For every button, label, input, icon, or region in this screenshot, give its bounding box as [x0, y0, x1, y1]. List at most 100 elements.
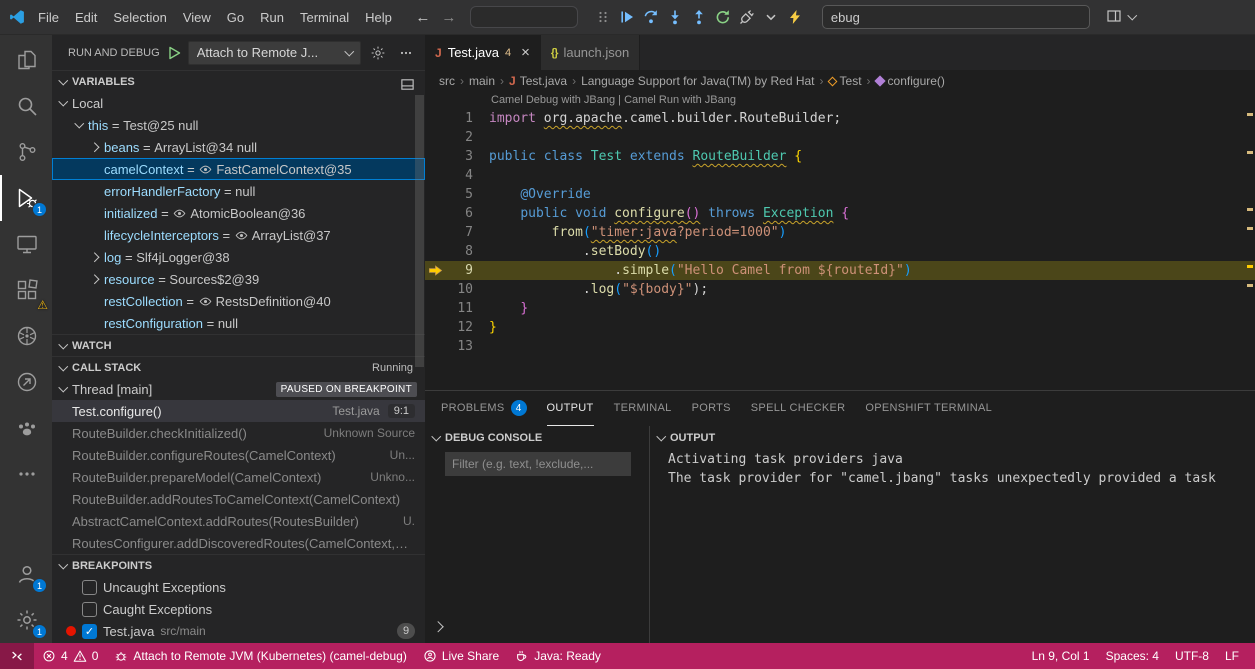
variable-row-lifecycleInterceptors[interactable]: lifecycleInterceptors = ArrayList@37	[52, 224, 425, 246]
debug-console-input[interactable]	[431, 618, 447, 637]
variable-row-restCollection[interactable]: restCollection = RestsDefinition@40	[52, 290, 425, 312]
step-out-icon[interactable]	[688, 6, 710, 28]
debug-console-panel-icon[interactable]	[400, 77, 415, 95]
variable-row-this[interactable]: this = Test@25 null	[52, 114, 425, 136]
breakpoint-checkbox[interactable]	[82, 580, 97, 595]
code-line-5[interactable]: 5 @Override	[425, 185, 1255, 204]
code-line-1[interactable]: 1import org.apache.camel.builder.RouteBu…	[425, 109, 1255, 128]
breadcrumb-item[interactable]: Language Support for Java(TM) by Red Hat	[581, 74, 814, 88]
watch-section-header[interactable]: WATCH	[52, 334, 425, 356]
live-share-status[interactable]: Live Share	[415, 643, 507, 669]
source-control-icon[interactable]	[0, 129, 52, 175]
editor-layout-icon[interactable]	[1106, 8, 1141, 27]
codelens[interactable]: Camel Debug with JBang | Camel Run with …	[425, 92, 1255, 109]
stack-frame[interactable]: AbstractCamelContext.addRoutes(RoutesBui…	[52, 510, 425, 532]
panel-tab-ports[interactable]: PORTS	[692, 391, 731, 426]
breadcrumb-item[interactable]: src	[439, 74, 455, 88]
code-editor[interactable]: Camel Debug with JBang | Camel Run with …	[425, 92, 1255, 390]
code-line-10[interactable]: 10 .log("${body}");	[425, 280, 1255, 299]
thread-row[interactable]: Thread [main] PAUSED ON BREAKPOINT	[52, 378, 425, 400]
step-into-icon[interactable]	[664, 6, 686, 28]
sidebar-scrollbar[interactable]	[415, 95, 424, 367]
gutter-line-11[interactable]: 11	[425, 299, 489, 318]
hot-code-replace-icon[interactable]	[784, 6, 806, 28]
settings-gear-icon[interactable]: 1	[0, 597, 52, 643]
gutter-line-3[interactable]: 3	[425, 147, 489, 166]
cursor-position[interactable]: Ln 9, Col 1	[1024, 643, 1098, 669]
stack-frame[interactable]: RouteBuilder.addRoutesToCamelContext(Cam…	[52, 488, 425, 510]
code-line-2[interactable]: 2	[425, 128, 1255, 147]
menu-edit[interactable]: Edit	[67, 7, 105, 28]
variables-section-header[interactable]: VARIABLES	[52, 70, 425, 92]
panel-tab-problems[interactable]: PROBLEMS4	[441, 391, 527, 426]
disconnect-icon[interactable]	[736, 6, 758, 28]
panel-tab-openshift-terminal[interactable]: OPENSHIFT TERMINAL	[865, 391, 992, 426]
stack-frame[interactable]: RouteBuilder.prepareModel(CamelContext)U…	[52, 466, 425, 488]
eye-icon[interactable]	[235, 229, 248, 242]
remote-indicator[interactable]	[0, 643, 34, 669]
menu-selection[interactable]: Selection	[105, 7, 174, 28]
gutter-line-5[interactable]: 5	[425, 185, 489, 204]
chevron-down-icon[interactable]	[760, 6, 782, 28]
eol[interactable]: LF	[1217, 643, 1247, 669]
close-icon[interactable]: ×	[521, 44, 530, 61]
panel-tab-output[interactable]: OUTPUT	[547, 391, 594, 426]
breadcrumb-item[interactable]: main	[469, 74, 495, 88]
menu-terminal[interactable]: Terminal	[292, 7, 357, 28]
variable-row-initialized[interactable]: initialized = AtomicBoolean@36	[52, 202, 425, 224]
menu-file[interactable]: File	[30, 7, 67, 28]
more-icon[interactable]	[0, 451, 52, 497]
launch-config-select[interactable]: Attach to Remote J...	[188, 41, 361, 65]
variable-row-resource[interactable]: resource = Sources$2@39	[52, 268, 425, 290]
code-line-7[interactable]: 7 from("timer:java?period=1000")	[425, 223, 1255, 242]
stack-frame[interactable]: Test.configure()Test.java9:1	[52, 400, 425, 422]
gutter-line-13[interactable]: 13	[425, 337, 489, 356]
gutter-line-12[interactable]: 12	[425, 318, 489, 337]
code-line-3[interactable]: 3public class Test extends RouteBuilder …	[425, 147, 1255, 166]
indentation[interactable]: Spaces: 4	[1098, 643, 1167, 669]
encoding[interactable]: UTF-8	[1167, 643, 1217, 669]
more-actions-icon[interactable]	[395, 42, 417, 64]
stack-frame[interactable]: RoutesConfigurer.addDiscoveredRoutes(Cam…	[52, 532, 425, 554]
gutter-line-1[interactable]: 1	[425, 109, 489, 128]
breakpoint-row[interactable]: Caught Exceptions	[52, 598, 425, 620]
continue-icon[interactable]	[616, 6, 638, 28]
call-stack-section-header[interactable]: CALL STACK Running	[52, 356, 425, 378]
menu-view[interactable]: View	[175, 7, 219, 28]
breakpoints-section-header[interactable]: BREAKPOINTS	[52, 554, 425, 576]
tab-launch.json[interactable]: {}launch.json	[541, 35, 640, 70]
search-input[interactable]	[822, 5, 1090, 29]
code-line-6[interactable]: 6 public void configure() throws Excepti…	[425, 204, 1255, 223]
debug-gear-icon[interactable]	[367, 42, 389, 64]
eye-icon[interactable]	[199, 163, 212, 176]
variable-row-errorHandlerFactory[interactable]: errorHandlerFactory = null	[52, 180, 425, 202]
eye-icon[interactable]	[173, 207, 186, 220]
gutter-line-7[interactable]: 7	[425, 223, 489, 242]
output-header[interactable]: OUTPUT	[650, 426, 1255, 450]
debug-console-header[interactable]: DEBUG CONSOLE	[425, 426, 649, 450]
gutter-line-4[interactable]: 4	[425, 166, 489, 185]
search-icon[interactable]	[0, 83, 52, 129]
panel-tab-spell-checker[interactable]: SPELL CHECKER	[751, 391, 846, 426]
gutter-line-6[interactable]: 6	[425, 204, 489, 223]
gutter-line-2[interactable]: 2	[425, 128, 489, 147]
run-and-debug-icon[interactable]: 1	[0, 175, 52, 221]
panel-tab-terminal[interactable]: TERMINAL	[614, 391, 672, 426]
restart-icon[interactable]	[712, 6, 734, 28]
variable-row-camelContext[interactable]: camelContext = FastCamelContext@35	[52, 158, 425, 180]
code-line-12[interactable]: 12}	[425, 318, 1255, 337]
java-status[interactable]: Java: Ready	[507, 643, 609, 669]
debug-status[interactable]: Attach to Remote JVM (Kubernetes) (camel…	[106, 643, 414, 669]
menu-go[interactable]: Go	[219, 7, 252, 28]
code-line-11[interactable]: 11 }	[425, 299, 1255, 318]
step-over-icon[interactable]	[640, 6, 662, 28]
menu-help[interactable]: Help	[357, 7, 400, 28]
code-line-9[interactable]: 9 .simple("Hello Camel from ${routeId}")	[425, 261, 1255, 280]
go-forward-icon[interactable]: →	[438, 9, 460, 26]
variable-row-beans[interactable]: beans = ArrayList@34 null	[52, 136, 425, 158]
breakpoint-row[interactable]: Uncaught Exceptions	[52, 576, 425, 598]
breadcrumb-item[interactable]: JTest.java	[509, 74, 567, 88]
menu-run[interactable]: Run	[252, 7, 292, 28]
tab-Test.java[interactable]: JTest.java4×	[425, 35, 541, 70]
kubernetes-icon[interactable]	[0, 313, 52, 359]
